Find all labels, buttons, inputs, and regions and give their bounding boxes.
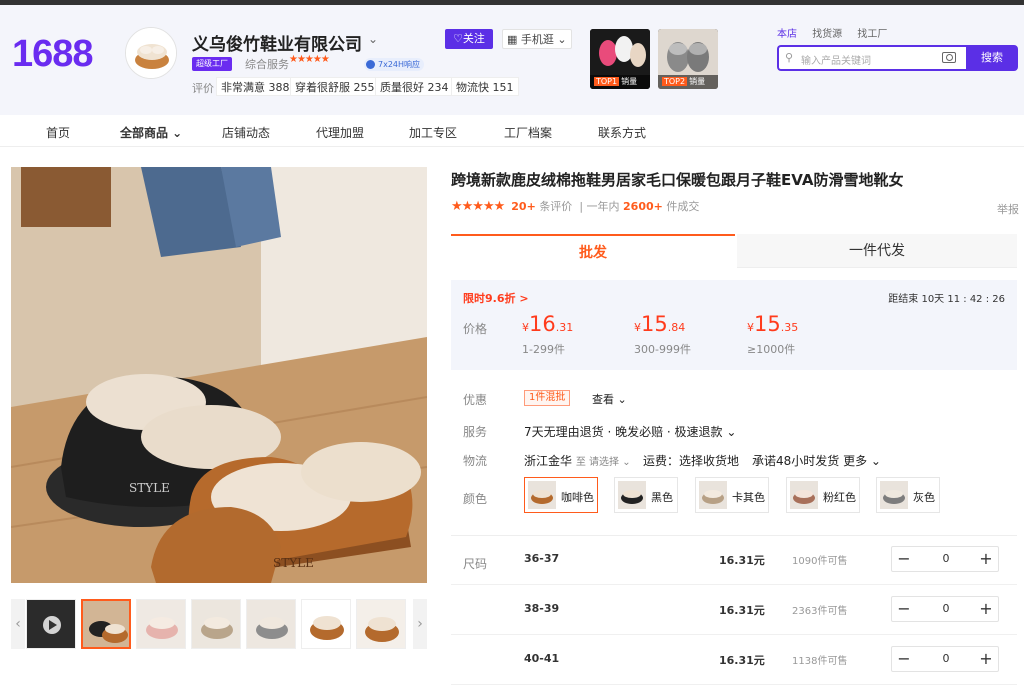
color-label: 颜色 [463, 492, 488, 506]
thumbnail[interactable] [301, 599, 351, 649]
increment-button[interactable]: + [974, 649, 998, 669]
thumbnail[interactable] [136, 599, 186, 649]
site-logo[interactable]: 1688 [12, 33, 94, 76]
ship-promise[interactable]: 承诺48小时发货 更多 ⌄ [752, 452, 881, 469]
quantity-stepper: − 0 + [891, 596, 999, 622]
super-factory-badge: 超级工厂 [192, 57, 232, 71]
color-option-pink[interactable]: 粉红色 [786, 477, 860, 513]
ship-from: 浙江金华 至 请选择 ⌄ [524, 454, 631, 468]
nav-all-products[interactable]: 全部商品 ⌄ [120, 124, 182, 141]
quantity-input[interactable]: 0 [922, 552, 970, 565]
mobile-browse-button[interactable]: ▦ 手机逛 ⌄ [502, 29, 572, 49]
color-option-black[interactable]: 黑色 [614, 477, 678, 513]
search-input[interactable]: ⚲ 输入产品关键词 [777, 45, 967, 71]
price-panel: 限时9.6折 > 距结束 10天 11 : 42 : 26 价格 ¥16.31 … [451, 280, 1017, 370]
shop-nav: 首页 全部商品 ⌄ 店铺动态 代理加盟 加工专区 工厂档案 联系方式 [0, 115, 1024, 147]
color-option-coffee[interactable]: 咖啡色 [524, 477, 598, 513]
nav-shop-news[interactable]: 店铺动态 [222, 124, 270, 141]
nav-processing[interactable]: 加工专区 [409, 124, 457, 141]
thumbnail[interactable] [81, 599, 131, 649]
top-product-2[interactable]: TOP2 销量 [658, 29, 718, 89]
main-product-image[interactable]: STYLE STYLE [11, 167, 427, 583]
logistics-label: 物流 [463, 454, 488, 468]
discount-label: 优惠 [463, 393, 488, 407]
review-tag[interactable]: 物流快 151 [451, 77, 519, 96]
color-option-khaki[interactable]: 卡其色 [695, 477, 769, 513]
tab-find-source[interactable]: 找货源 [812, 29, 842, 40]
product-title: 跨境新款鹿皮绒棉拖鞋男居家毛口保暖包跟月子鞋EVA防滑雪地靴女 [451, 171, 904, 189]
shop-avatar[interactable] [125, 27, 177, 79]
tab-find-factory[interactable]: 找工厂 [857, 29, 887, 40]
review-tag[interactable]: 非常满意 388 [216, 77, 295, 96]
review-tag[interactable]: 质量很好 234 [375, 77, 454, 96]
thumbnail-video[interactable] [26, 599, 76, 649]
thumbnail[interactable] [191, 599, 241, 649]
search-scope-tabs: 本店 找货源 找工厂 [777, 25, 899, 40]
decrement-button[interactable]: − [892, 599, 916, 619]
sold-suffix: 件成交 [666, 200, 700, 213]
service-score-label: 综合服务 [245, 58, 289, 71]
search-placeholder: 输入产品关键词 [801, 56, 871, 67]
service-stars: ★★★★★ [289, 54, 330, 65]
top-product-1[interactable]: TOP1 销量 [590, 29, 650, 89]
price-tier: ¥16.31 1-299件 [522, 312, 574, 356]
mixed-batch-tag: 1件混批 [524, 390, 571, 406]
decrement-button[interactable]: − [892, 649, 916, 669]
size-row: 38-39 16.31元 2363件可售 − 0 + [451, 585, 1017, 635]
tab-this-shop[interactable]: 本店 [777, 29, 797, 40]
review-tag[interactable]: 穿着很舒服 255 [290, 77, 380, 96]
shop-header: 1688 义乌俊竹鞋业有限公司 ⌄ ♡关注 ▦ 手机逛 ⌄ 超级工厂 综合服务 … [0, 5, 1024, 115]
increment-button[interactable]: + [974, 549, 998, 569]
chevron-down-icon[interactable]: ⌄ [368, 32, 378, 46]
search-icon: ⚲ [785, 51, 794, 64]
review-count[interactable]: 20+ [511, 200, 536, 213]
decrement-button[interactable]: − [892, 549, 916, 569]
response-badge: 7x24H响应 [364, 58, 425, 71]
view-discount-button[interactable]: 查看 ⌄ [592, 391, 627, 407]
price-label: 价格 [463, 322, 488, 336]
quantity-input[interactable]: 0 [922, 602, 970, 615]
svg-text:STYLE: STYLE [273, 556, 314, 570]
report-link[interactable]: 举报 [997, 201, 1019, 217]
review-suffix: 条评价 [539, 200, 573, 213]
chevron-right-icon[interactable]: › [413, 599, 427, 649]
sold-count: 2600+ [623, 200, 663, 213]
svg-text:STYLE: STYLE [129, 481, 170, 495]
top-rank-tag: TOP2 销量 [658, 75, 718, 89]
rating-stars: ★★★★★ [451, 199, 505, 214]
increment-button[interactable]: + [974, 599, 998, 619]
quantity-input[interactable]: 0 [922, 652, 970, 665]
service-terms[interactable]: 7天无理由退货 · 晚发必赔 · 极速退款 ⌄ [524, 423, 736, 440]
nav-agency[interactable]: 代理加盟 [316, 124, 364, 141]
company-name[interactable]: 义乌俊竹鞋业有限公司 [192, 30, 362, 55]
year-label: | 一年内 [579, 200, 620, 213]
quantity-stepper: − 0 + [891, 646, 999, 672]
promo-discount[interactable]: 限时9.6折 > [463, 290, 529, 306]
service-label: 服务 [463, 425, 488, 439]
follow-button[interactable]: ♡关注 [445, 29, 493, 49]
nav-factory-profile[interactable]: 工厂档案 [504, 124, 552, 141]
review-label: 评价 [192, 82, 214, 95]
quantity-stepper: − 0 + [891, 546, 999, 572]
price-tier: ¥15.35 ≥1000件 [747, 312, 799, 356]
camera-icon[interactable] [942, 52, 956, 63]
tab-wholesale[interactable]: 批发 [451, 234, 735, 268]
chevron-left-icon[interactable]: ‹ [11, 599, 25, 649]
size-row: 40-41 16.31元 1138件可售 − 0 + [451, 635, 1017, 685]
rating-row: ★★★★★ 20+ 条评价 | 一年内 2600+ 件成交 [451, 198, 699, 214]
tab-dropship[interactable]: 一件代发 [737, 234, 1017, 268]
color-option-gray[interactable]: 灰色 [876, 477, 940, 513]
thumbnail[interactable] [356, 599, 406, 649]
nav-home[interactable]: 首页 [46, 124, 70, 141]
thumbnail[interactable] [246, 599, 296, 649]
price-tier: ¥15.84 300-999件 [634, 312, 691, 356]
countdown-timer: 距结束 10天 11 : 42 : 26 [888, 294, 1005, 305]
shipping-fee[interactable]: 运费：选择收货地 [643, 452, 739, 469]
nav-contact[interactable]: 联系方式 [598, 124, 646, 141]
search-button[interactable]: 搜索 [966, 45, 1018, 71]
top-rank-tag: TOP1 销量 [590, 75, 650, 89]
destination-select[interactable]: 至 请选择 ⌄ [576, 457, 631, 468]
size-row: 36-37 16.31元 1090件可售 − 0 + [451, 535, 1017, 585]
